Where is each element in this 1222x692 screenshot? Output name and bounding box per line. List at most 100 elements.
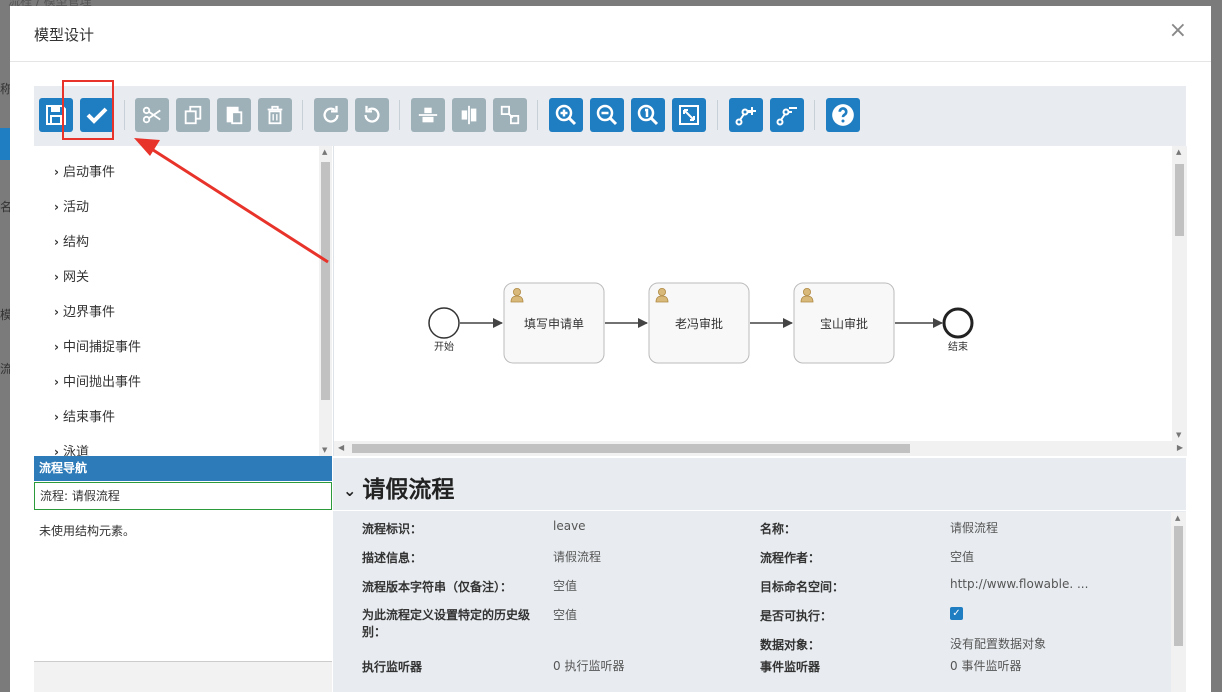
scroll-left-arrow[interactable]: ◀ [338, 443, 344, 452]
toolbar-separator [302, 100, 303, 130]
bendpoint-remove-button[interactable] [770, 98, 804, 132]
zoom-in-button[interactable] [549, 98, 583, 132]
copy-icon [184, 105, 202, 125]
toolbar-separator [124, 100, 125, 130]
properties-title[interactable]: ⌄ 请假流程 [343, 470, 454, 504]
delete-button[interactable] [258, 98, 292, 132]
navigator-item[interactable]: 流程: 请假流程 [34, 482, 332, 510]
align-vertical-button[interactable] [411, 98, 445, 132]
prop-value[interactable]: 空值 [553, 577, 577, 594]
zoom-out-icon [596, 104, 618, 126]
palette-group-throw-events[interactable]: › 中间抛出事件 [54, 371, 141, 390]
redo-button[interactable] [314, 98, 348, 132]
model-design-modal: 模型设计 × › 启动事件 › 活动 › 结构 › 网关 › 边界事件 › 中间… [10, 6, 1211, 692]
scrollbar-thumb[interactable] [1175, 164, 1184, 236]
chevron-right-icon: › [54, 445, 59, 456]
prop-value[interactable]: 请假流程 [553, 548, 601, 565]
prop-label: 名称： [760, 522, 797, 536]
prop-value[interactable]: 0 执行监听器 [553, 657, 624, 674]
chevron-right-icon: › [54, 270, 59, 284]
redo-icon [323, 105, 339, 123]
navigator-header: 流程导航 [34, 456, 332, 481]
palette-group-label: 结束事件 [62, 410, 115, 425]
align-horizontal-button[interactable] [452, 98, 486, 132]
backdrop-button [0, 128, 10, 160]
copy-button[interactable] [176, 98, 210, 132]
bendpoint-add-icon [735, 107, 756, 126]
prop-value[interactable]: 0 事件监听器 [950, 657, 1021, 674]
scroll-up-arrow[interactable]: ▲ [322, 148, 327, 156]
palette-group-label: 边界事件 [62, 305, 115, 320]
scrollbar-thumb[interactable] [352, 444, 910, 453]
canvas-vscrollbar[interactable]: ▲ ▼ [1172, 146, 1187, 441]
scroll-up-arrow[interactable]: ▲ [1175, 514, 1180, 522]
scroll-right-arrow[interactable]: ▶ [1177, 443, 1183, 452]
task-label: 填写申请单 [524, 317, 584, 331]
palette-group-label: 中间抛出事件 [62, 375, 141, 390]
chevron-right-icon: › [54, 235, 59, 249]
end-event-label: 结束 [948, 340, 968, 353]
properties-panel: ⌄ 请假流程 流程标识： leave 描述信息： 请假流程 流程版本字符串（仅备注… [333, 458, 1186, 692]
same-size-button[interactable] [493, 98, 527, 132]
annotation-highlight-box [62, 80, 114, 140]
bendpoint-add-button[interactable] [729, 98, 763, 132]
properties-scrollbar[interactable]: ▲ [1171, 512, 1186, 692]
prop-value[interactable]: http://www.flowable. ... [950, 577, 1088, 591]
task-label: 宝山审批 [820, 316, 868, 331]
prop-value[interactable]: leave [553, 519, 586, 533]
chevron-right-icon: › [54, 375, 59, 389]
prop-value[interactable]: 空值 [553, 606, 577, 623]
scroll-down-arrow[interactable]: ▼ [322, 446, 327, 454]
close-icon[interactable]: × [1169, 20, 1187, 42]
modal-title: 模型设计 [34, 26, 95, 44]
scrollbar-thumb[interactable] [321, 162, 330, 400]
palette-group-structural[interactable]: › 结构 [54, 231, 89, 250]
chevron-down-icon: ⌄ [343, 481, 357, 500]
canvas-hscrollbar[interactable]: ◀ ▶ [334, 441, 1187, 456]
navigator-note: 未使用结构元素。 [39, 524, 136, 538]
prop-label: 为此流程定义设置特定的历史级别： [362, 608, 531, 639]
properties-title-text: 请假流程 [362, 477, 455, 503]
process-editor: › 启动事件 › 活动 › 结构 › 网关 › 边界事件 › 中间捕捉事件 › 中间抛出事件 … [34, 86, 1187, 692]
zoom-fit-button[interactable] [672, 98, 706, 132]
prop-value[interactable]: 没有配置数据对象 [950, 635, 1046, 652]
toolbar-separator [399, 100, 400, 130]
zoom-out-button[interactable] [590, 98, 624, 132]
prop-label: 执行监听器 [362, 660, 423, 674]
cut-button[interactable] [135, 98, 169, 132]
end-event[interactable] [942, 307, 974, 339]
prop-label: 流程版本字符串（仅备注）： [362, 580, 513, 594]
prop-label: 流程标识： [362, 522, 423, 536]
palette-group-gateways[interactable]: › 网关 [54, 266, 89, 285]
palette-group-boundary-events[interactable]: › 边界事件 [54, 301, 115, 320]
shape-palette: › 启动事件 › 活动 › 结构 › 网关 › 边界事件 › 中间捕捉事件 › 中间抛出事件 … [34, 146, 332, 456]
palette-group-end-events[interactable]: › 结束事件 [54, 406, 115, 425]
start-event[interactable] [428, 307, 460, 339]
scroll-down-arrow[interactable]: ▼ [1176, 431, 1181, 439]
prop-label: 数据对象： [760, 638, 821, 652]
chevron-right-icon: › [54, 340, 59, 354]
divider [333, 510, 1186, 511]
zoom-actual-button[interactable] [631, 98, 665, 132]
palette-scrollbar[interactable]: ▲ ▼ [319, 146, 332, 456]
palette-group-swimlanes[interactable]: › 泳道 [54, 441, 89, 456]
undo-button[interactable] [355, 98, 389, 132]
cut-icon [142, 106, 161, 124]
prop-value[interactable]: 空值 [950, 548, 974, 565]
palette-group-activities[interactable]: › 活动 [54, 196, 89, 215]
diagram-canvas[interactable]: 开始 填写申请单 老冯审批 宝山审批 结束 ▲ ▼ ◀ ▶ [333, 146, 1187, 456]
prop-value[interactable]: 请假流程 [950, 519, 998, 536]
scroll-up-arrow[interactable]: ▲ [1176, 148, 1181, 156]
zoom-fit-icon [679, 105, 699, 125]
executable-checkbox[interactable]: ✓ [950, 607, 963, 620]
undo-icon [364, 105, 380, 123]
paste-button[interactable] [217, 98, 251, 132]
palette-group-catch-events[interactable]: › 中间捕捉事件 [54, 336, 141, 355]
palette-group-label: 结构 [62, 235, 89, 250]
help-button[interactable] [826, 98, 860, 132]
chevron-right-icon: › [54, 305, 59, 319]
process-diagram: 开始 填写申请单 老冯审批 宝山审批 结束 [428, 282, 974, 364]
scrollbar-thumb[interactable] [1174, 526, 1183, 646]
palette-group-label: 泳道 [62, 445, 89, 456]
palette-group-start-events[interactable]: › 启动事件 [54, 161, 115, 180]
